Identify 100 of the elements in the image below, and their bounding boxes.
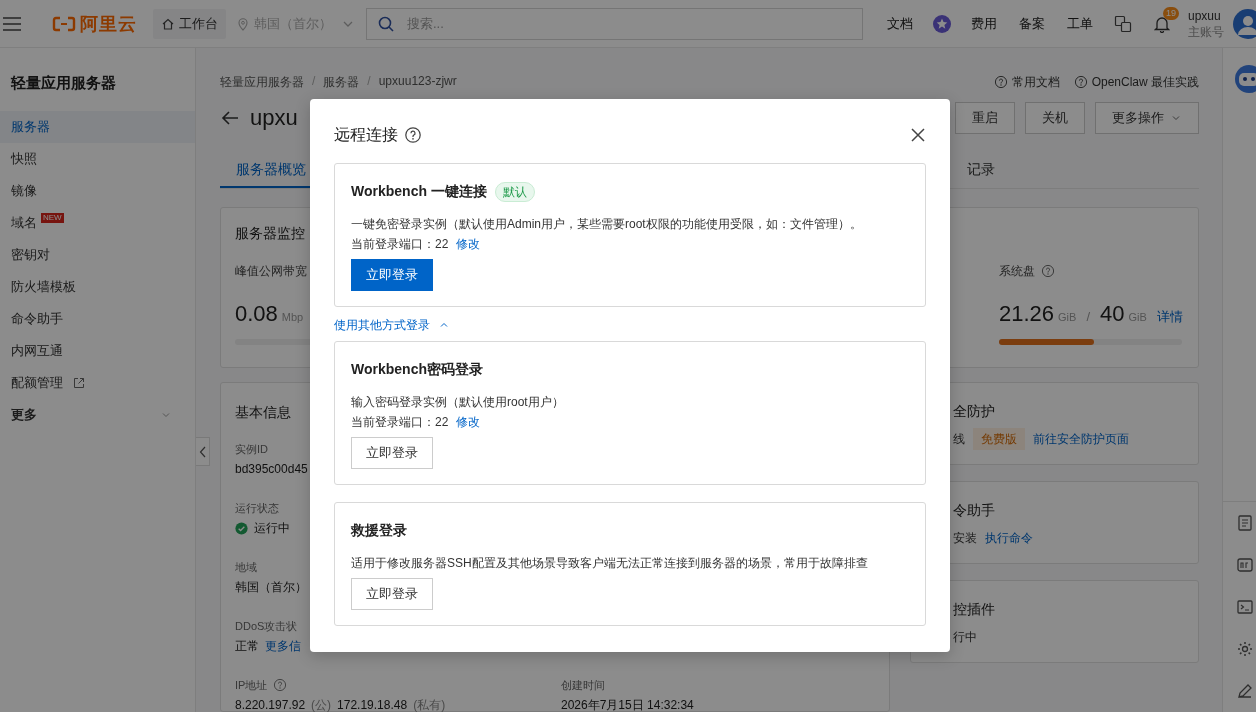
sidebar-item[interactable]: 更多: [0, 399, 195, 431]
terminal-icon[interactable]: [1236, 598, 1254, 616]
field-label: 创建时间: [561, 678, 605, 693]
check-circle-icon: [235, 521, 248, 535]
avatar-icon[interactable]: [1232, 7, 1256, 40]
external-link-icon: [73, 377, 85, 389]
method-description: 一键免密登录实例（默认使用Admin用户，某些需要root权限的功能使用受限，如：文件管理）。: [351, 216, 863, 233]
chevron-left-icon: [198, 445, 207, 458]
search-field[interactable]: 搜索...: [366, 7, 863, 40]
card-link[interactable]: 前往安全防护页面: [1033, 430, 1129, 448]
metric-value: 21.26: [999, 301, 1055, 327]
breadcrumb-link[interactable]: 服务器: [323, 73, 360, 91]
sidebar-item[interactable]: 防火墙模板: [0, 271, 195, 303]
account-name[interactable]: upxuu: [1188, 7, 1221, 24]
edit-port-link[interactable]: 修改: [456, 234, 481, 254]
bell-icon[interactable]: [1154, 14, 1170, 33]
field-value: 正常: [235, 638, 259, 655]
login-button[interactable]: 立即登录: [351, 437, 433, 469]
sidebar-item[interactable]: 域名 NEW: [0, 207, 195, 239]
sidebar-item[interactable]: 内网互通: [0, 335, 195, 367]
document-icon[interactable]: [1236, 514, 1254, 532]
home-icon: [161, 16, 175, 31]
login-button[interactable]: 立即登录: [351, 578, 433, 610]
settings-icon[interactable]: [1236, 640, 1254, 658]
port-text: 当前登录端口：22: [351, 236, 449, 253]
status-text: 运行中: [254, 520, 290, 537]
card-title: 全防护: [953, 402, 995, 421]
method-description: 输入密码登录实例（默认使用root用户）: [351, 394, 565, 411]
metric-unit: GiB: [1128, 311, 1147, 323]
field-label: 实例ID: [235, 442, 268, 457]
default-tag: 默认: [494, 182, 535, 202]
field-value: bd395c00d45: [235, 461, 308, 478]
sidebar-item[interactable]: 快照: [0, 143, 195, 175]
nav-link[interactable]: 备案: [1019, 14, 1045, 33]
help-icon[interactable]: [404, 126, 422, 144]
card-link[interactable]: 执行命令: [985, 529, 1033, 547]
api-icon[interactable]: [1236, 556, 1254, 574]
field-label: 运行状态: [235, 501, 279, 516]
action-button[interactable]: 关机: [1025, 102, 1085, 134]
field-note: (私有): [413, 697, 446, 712]
search-input[interactable]: 搜索...: [405, 15, 852, 32]
field-value: 韩国（首尔）: [235, 579, 307, 596]
metric-unit: Mbp: [281, 311, 304, 323]
pencil-icon[interactable]: [1236, 682, 1254, 700]
sidebar-item[interactable]: 配额管理: [0, 367, 195, 399]
sidebar-item[interactable]: 命令助手: [0, 303, 195, 335]
edit-port-link[interactable]: 修改: [456, 412, 481, 432]
field-label: DDoS攻击状: [235, 619, 298, 634]
metric-value: 0.08: [235, 301, 278, 327]
robot-icon[interactable]: [1234, 64, 1256, 94]
field-label: 地域: [235, 560, 257, 575]
sidebar-item[interactable]: 服务器: [0, 111, 195, 143]
status-text: 线: [953, 430, 965, 448]
nav-link[interactable]: 工单: [1067, 14, 1093, 33]
collapse-button[interactable]: [196, 437, 210, 466]
sidebar-item[interactable]: 密钥对: [0, 239, 195, 271]
card-title: 控插件: [953, 600, 995, 619]
dialog-title: 远程连接: [334, 124, 398, 145]
help-link[interactable]: 常用文档: [993, 73, 1060, 91]
help-icon: [993, 75, 1008, 89]
status-text: 安装: [953, 529, 977, 547]
method-title: 救援登录: [351, 522, 407, 540]
edition-tag: 免费版: [973, 428, 1025, 450]
nav-link[interactable]: 费用: [971, 14, 997, 33]
search-icon: [377, 14, 395, 33]
sidebar-title: 轻量应用服务器: [9, 73, 117, 93]
menu-icon[interactable]: [2, 15, 22, 32]
breadcrumb-link[interactable]: 轻量应用服务器: [220, 73, 304, 91]
field-note: (公): [311, 697, 332, 712]
page-title: upxu: [250, 105, 298, 131]
other-login-toggle[interactable]: 使用其他方式登录: [334, 317, 450, 333]
field-link[interactable]: 更多信: [265, 636, 301, 656]
metric-value: 40: [1100, 301, 1125, 327]
close-button[interactable]: [910, 127, 926, 143]
method-title: Workbench密码登录: [351, 361, 483, 379]
action-button[interactable]: 重启: [955, 102, 1015, 134]
logo-icon: [52, 15, 76, 32]
login-button[interactable]: 立即登录: [351, 259, 433, 291]
field-label: IP地址: [235, 678, 268, 693]
close-icon: [910, 127, 926, 143]
pin-icon: [236, 16, 250, 31]
nav-link[interactable]: 文档: [887, 14, 913, 33]
metric-unit: GiB: [1058, 311, 1077, 323]
sidebar-item[interactable]: 镜像: [0, 175, 195, 207]
new-badge: NEW: [41, 213, 64, 223]
metric-label: 系统盘: [999, 263, 1035, 280]
field-value: 8.220.197.92: [235, 697, 306, 712]
help-link[interactable]: OpenClaw 最佳实践: [1073, 73, 1199, 91]
field-value: 2026年7月15日 14:32:34: [561, 697, 694, 712]
workbench-button[interactable]: 工作台: [153, 8, 226, 39]
breadcrumb-separator: /: [367, 73, 371, 90]
tab[interactable]: 记录: [951, 152, 1011, 188]
metric-label: 峰值公网带宽: [235, 263, 307, 280]
status-text: 行中: [953, 628, 977, 646]
card-title: 服务器监控: [235, 224, 305, 243]
card-title: 基本信息: [235, 403, 291, 422]
details-link[interactable]: 详情: [1156, 308, 1183, 326]
more-actions-button[interactable]: 更多操作: [1095, 102, 1199, 134]
method-title: Workbench 一键连接: [351, 183, 487, 201]
field-value: 172.19.18.48: [337, 697, 408, 712]
